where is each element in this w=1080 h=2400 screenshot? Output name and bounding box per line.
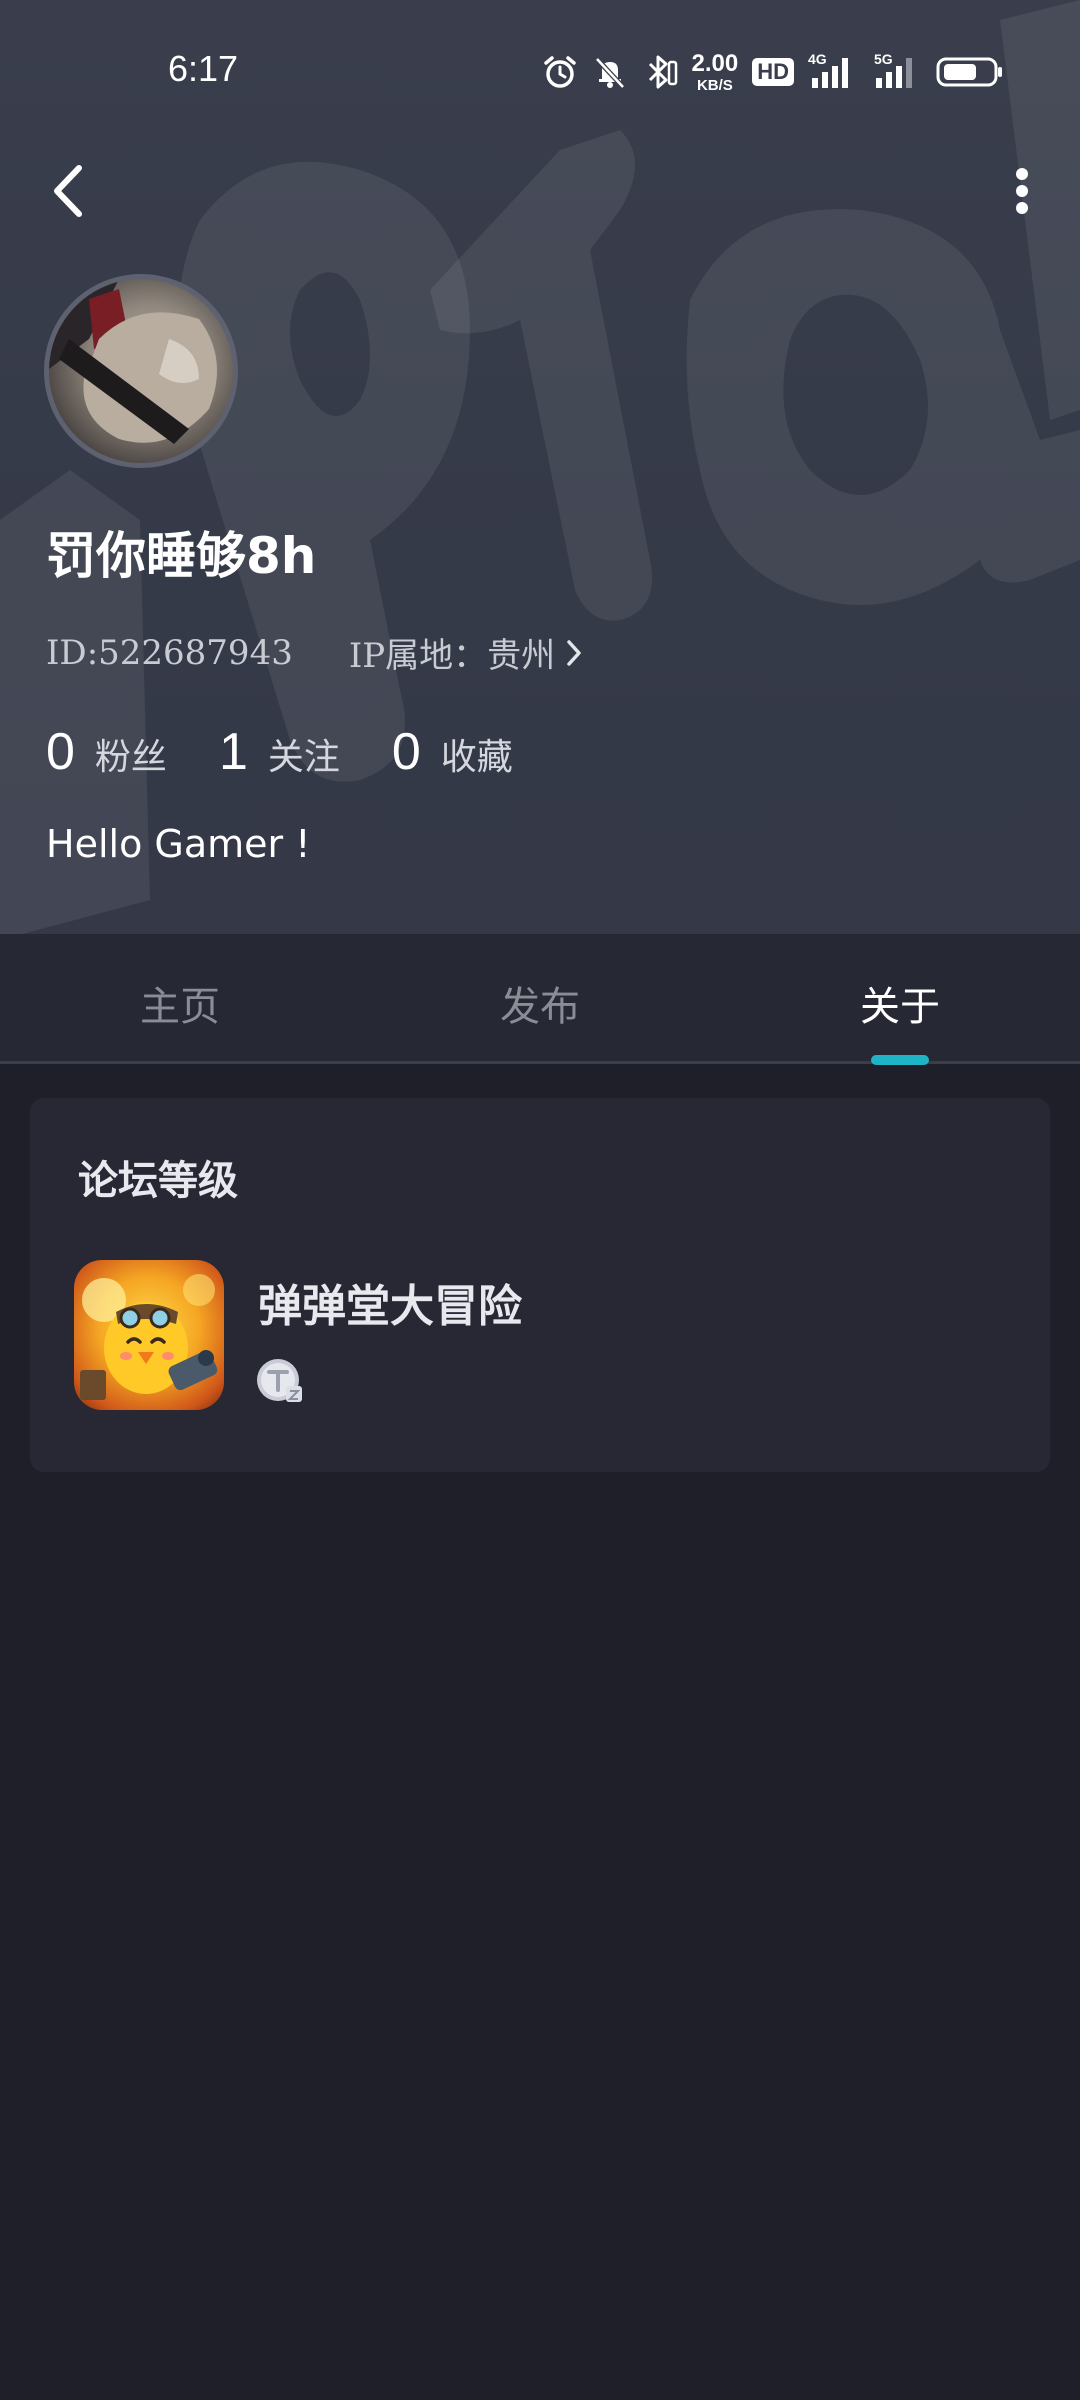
svg-text:4G: 4G: [808, 52, 827, 67]
game-name[interactable]: 弹弹堂大冒险: [258, 1270, 522, 1334]
back-button[interactable]: [38, 156, 98, 226]
stat-following[interactable]: 1 关注: [219, 722, 340, 782]
status-icons: 2.00 KB/S HD 4G 5G: [542, 48, 1005, 96]
user-bio: Hello Gamer !: [46, 822, 311, 866]
chevron-right-icon: [567, 639, 581, 666]
tab-posts[interactable]: 发布: [440, 974, 640, 1032]
status-time: 6:17: [168, 48, 239, 89]
forum-level-title: 论坛等级: [78, 1158, 238, 1204]
battery-icon: [936, 55, 1004, 89]
svg-text:5G: 5G: [874, 52, 893, 67]
profile-tabs: 主页 发布 关于: [0, 934, 1080, 1064]
ip-location-link[interactable]: IP属地：贵州: [349, 628, 583, 677]
signal-4g-icon: 4G: [808, 52, 856, 92]
stat-favorites[interactable]: 0 收藏: [392, 722, 513, 782]
stat-following-label: 关注: [267, 737, 340, 778]
stat-fans-label: 粉丝: [94, 737, 167, 778]
watermark-logo: [0, 0, 1080, 934]
signal-5g-icon: 5G: [870, 52, 922, 92]
avatar[interactable]: [44, 274, 238, 468]
bluetooth-icon: [642, 52, 678, 92]
user-nickname: 罚你睡够8h: [46, 527, 317, 585]
mute-bell-icon: [592, 54, 628, 90]
stat-favorites-label: 收藏: [440, 737, 513, 778]
tab-about[interactable]: 关于: [800, 974, 1000, 1032]
tab-home[interactable]: 主页: [80, 974, 280, 1032]
profile-header: 6:17 2.00 KB/S HD 4G 5G 罚你睡够8h ID:522687…: [0, 0, 1080, 934]
stat-fans-count: 0: [46, 723, 75, 781]
avatar-image: [49, 279, 217, 444]
profile-page: 6:17 2.00 KB/S HD 4G 5G 罚你睡够8h ID:522687…: [0, 0, 1080, 2400]
chevron-left-icon: [54, 165, 82, 217]
active-tab-indicator: [871, 1055, 929, 1065]
status-bar: 6:17 2.00 KB/S HD 4G 5G: [0, 0, 1080, 140]
ip-location-text: IP属地：贵州: [348, 636, 556, 676]
stats-row: 0 粉丝 1 关注 0 收藏: [46, 722, 565, 782]
user-id: ID:522687943: [46, 632, 293, 673]
game-icon[interactable]: [74, 1260, 224, 1410]
stat-following-count: 1: [218, 723, 248, 781]
network-speed-value: 2.00: [691, 49, 739, 77]
stat-favorites-count: 0: [391, 723, 421, 781]
id-row: ID:522687943 IP属地：贵州: [46, 628, 583, 677]
hd-voice-badge: HD: [752, 57, 794, 87]
game-chick-icon: [80, 1274, 218, 1400]
network-speed-unit: KB/S: [696, 76, 733, 94]
stat-fans[interactable]: 0 粉丝: [46, 722, 167, 782]
network-speed: 2.00 KB/S: [691, 49, 739, 94]
forum-level-card: 论坛等级 弹弹堂大冒险: [30, 1098, 1050, 1472]
more-vertical-icon: [1016, 168, 1028, 214]
level-badge-icon: [256, 1356, 304, 1404]
alarm-icon: [542, 54, 578, 90]
more-options-button[interactable]: [992, 156, 1052, 226]
